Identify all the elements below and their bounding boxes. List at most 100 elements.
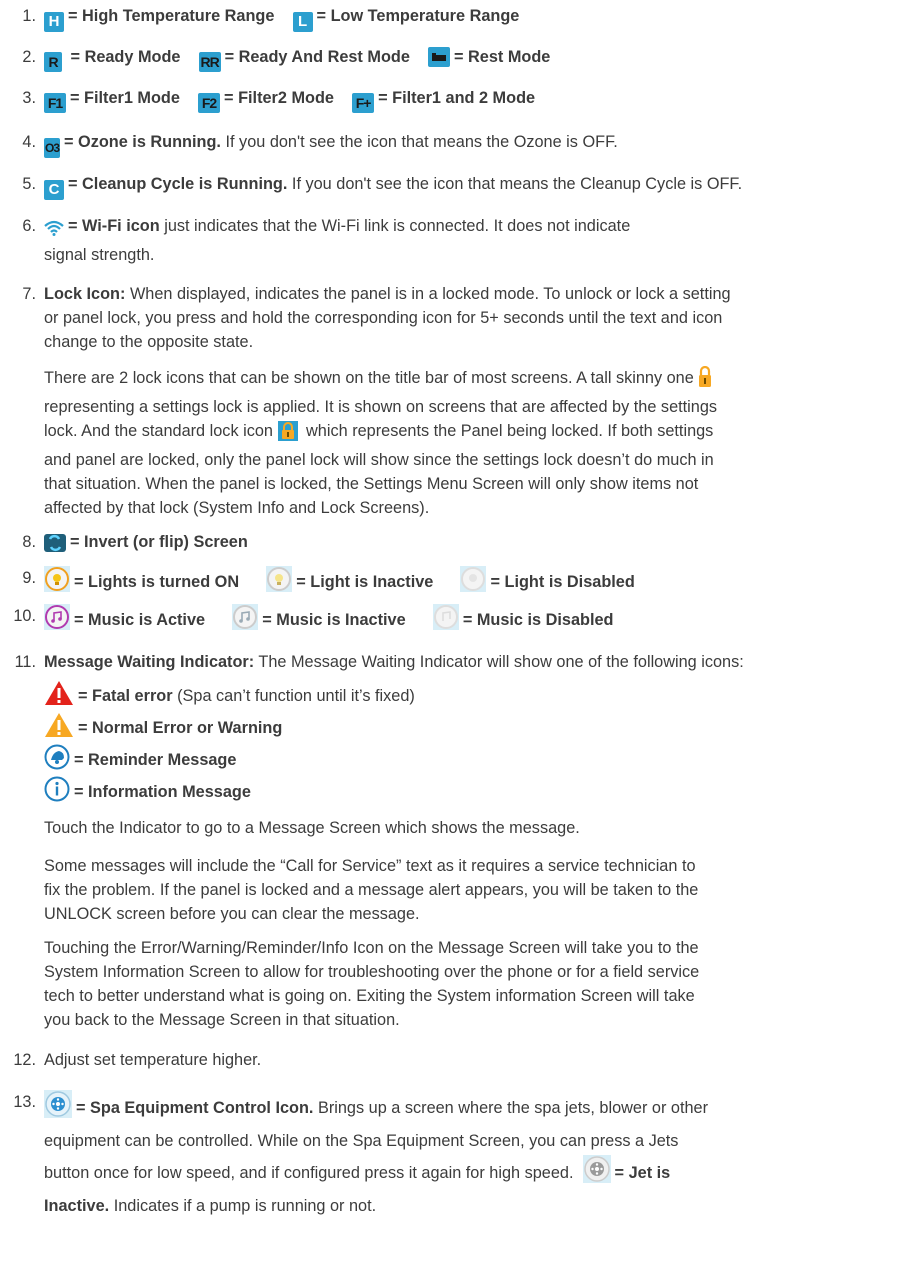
item-label: = Ozone is Running. — [64, 133, 221, 151]
item-text: change to the opposite state. — [44, 333, 254, 351]
filter-both-icon: F+ — [352, 93, 375, 113]
message-paragraph-2: Some messages will include the “Call for… — [44, 854, 906, 926]
item-number: 9. — [22, 569, 36, 587]
item-text: tech to better understand what is going … — [44, 987, 695, 1005]
item-number: 6. — [22, 217, 36, 235]
item-text: The Message Waiting Indicator will show … — [254, 653, 744, 671]
jet-inactive-icon — [582, 1155, 611, 1192]
item-text: equipment can be controlled. While on th… — [44, 1132, 679, 1150]
item-label: = Music is Disabled — [462, 611, 614, 629]
item-number: 5. — [22, 175, 36, 193]
item-number: 13. — [13, 1093, 36, 1111]
item-text: and panel are locked, only the panel loc… — [44, 451, 714, 469]
item-label: = Ready And Rest Mode — [224, 48, 410, 66]
item-label: = Invert (or flip) Screen — [70, 533, 248, 551]
item-number: 3. — [22, 89, 36, 107]
item-label: = Low Temperature Range — [316, 7, 520, 25]
reminder-icon — [44, 744, 70, 777]
music-disabled-icon — [432, 604, 459, 637]
item-text: If you don't see the icon that means the… — [220, 133, 618, 151]
filter2-icon: F2 — [198, 93, 221, 113]
low-temp-icon: L — [292, 12, 313, 32]
reminder-row: = Reminder Message — [44, 744, 906, 776]
music-inactive-icon — [232, 604, 259, 637]
message-paragraph-3: Touching the Error/Warning/Reminder/Info… — [44, 936, 906, 1032]
item-number: 12. — [13, 1051, 36, 1069]
item-label: = Jet is — [614, 1164, 671, 1182]
item-label: = Cleanup Cycle is Running. — [68, 175, 288, 193]
item-label: Message Waiting Indicator: — [44, 653, 255, 671]
item-text: representing a settings lock is applied.… — [44, 398, 718, 416]
item-text: lock. And the standard lock icon — [44, 422, 273, 440]
item-label: = Wi-Fi icon — [68, 217, 160, 235]
cleanup-icon: C — [44, 180, 64, 200]
item-number: 7. — [22, 285, 36, 303]
item-label: = Filter1 Mode — [70, 89, 180, 107]
item-text: just indicates that the Wi-Fi link is co… — [159, 217, 631, 235]
item-label: Inactive. — [44, 1197, 110, 1215]
filter1-icon: F1 — [44, 93, 66, 113]
item-number: 1. — [22, 7, 36, 25]
item-label: = Normal Error or Warning — [78, 719, 283, 737]
ready-mode-icon: R — [44, 52, 62, 72]
warning-icon — [44, 712, 74, 745]
item-text: signal strength. — [44, 246, 155, 264]
invert-screen-icon — [44, 534, 66, 559]
warning-row: = Normal Error or Warning — [44, 712, 906, 744]
item-label: = Music is Inactive — [262, 611, 406, 629]
information-icon — [44, 776, 70, 809]
item-text: affected by that lock (System Info and L… — [44, 499, 430, 517]
item-label: = Spa Equipment Control Icon. — [76, 1099, 314, 1117]
message-icons-list: = Fatal error (Spa can’t function until … — [44, 680, 906, 808]
item-label: = Music is Active — [74, 611, 206, 629]
item-text: (Spa can’t function until it’s fixed) — [172, 687, 415, 705]
music-active-icon — [44, 604, 70, 637]
panel-lock-icon — [277, 421, 298, 448]
item-text: which represents the Panel being locked.… — [306, 422, 714, 440]
item-label: = Fatal error — [78, 687, 173, 705]
item-label: = Reminder Message — [74, 751, 237, 769]
item-text: or panel lock, you press and hold the co… — [44, 309, 723, 327]
item-label: = Light is Disabled — [490, 573, 635, 591]
information-row: = Information Message — [44, 776, 906, 808]
item-text: UNLOCK screen before you can clear the m… — [44, 905, 420, 923]
item-text: If you don't see the icon that means the… — [287, 175, 743, 193]
item-text: Touch the Indicator to go to a Message S… — [44, 819, 580, 837]
rest-mode-icon — [428, 47, 450, 74]
message-paragraph-1: Touch the Indicator to go to a Message S… — [44, 816, 906, 840]
item-text: Some messages will include the “Call for… — [44, 857, 696, 875]
lock-paragraph: There are 2 lock icons that can be shown… — [44, 365, 906, 520]
item-text: Brings up a screen where the spa jets, b… — [313, 1099, 709, 1117]
spa-equipment-icon — [44, 1090, 72, 1127]
item-text: that situation. When the panel is locked… — [44, 475, 699, 493]
item-label: Lock Icon: — [44, 285, 126, 303]
item-number: 2. — [22, 48, 36, 66]
fatal-error-icon — [44, 680, 74, 713]
item-label: = Rest Mode — [454, 48, 551, 66]
item-label: = Information Message — [74, 783, 251, 801]
item-text: Adjust set temperature higher. — [44, 1051, 262, 1069]
fatal-error-row: = Fatal error (Spa can’t function until … — [44, 680, 906, 712]
item-number: 10. — [13, 607, 36, 625]
light-inactive-icon — [266, 566, 293, 599]
light-disabled-icon — [460, 566, 487, 599]
item-text: When displayed, indicates the panel is i… — [125, 285, 731, 303]
item-text: button once for low speed, and if config… — [44, 1164, 574, 1182]
ready-rest-mode-icon: RR — [198, 52, 221, 72]
settings-lock-icon — [698, 365, 712, 395]
item-text: fix the problem. If the panel is locked … — [44, 881, 699, 899]
light-on-icon — [44, 566, 70, 599]
item-number: 4. — [22, 133, 36, 151]
item-number: 11. — [14, 653, 36, 671]
item-label: = High Temperature Range — [68, 7, 275, 25]
item-label: = Filter2 Mode — [224, 89, 334, 107]
wifi-icon — [44, 219, 64, 243]
ozone-icon: O3 — [44, 138, 60, 158]
item-text: Indicates if a pump is running or not. — [109, 1197, 377, 1215]
item-label: = Light is Inactive — [296, 573, 434, 591]
item-number: 8. — [22, 533, 36, 551]
item-text: System Information Screen to allow for t… — [44, 963, 700, 981]
item-label: = Lights is turned ON — [74, 573, 240, 591]
high-temp-icon: H — [44, 12, 64, 32]
item-text: you back to the Message Screen in that s… — [44, 1011, 400, 1029]
